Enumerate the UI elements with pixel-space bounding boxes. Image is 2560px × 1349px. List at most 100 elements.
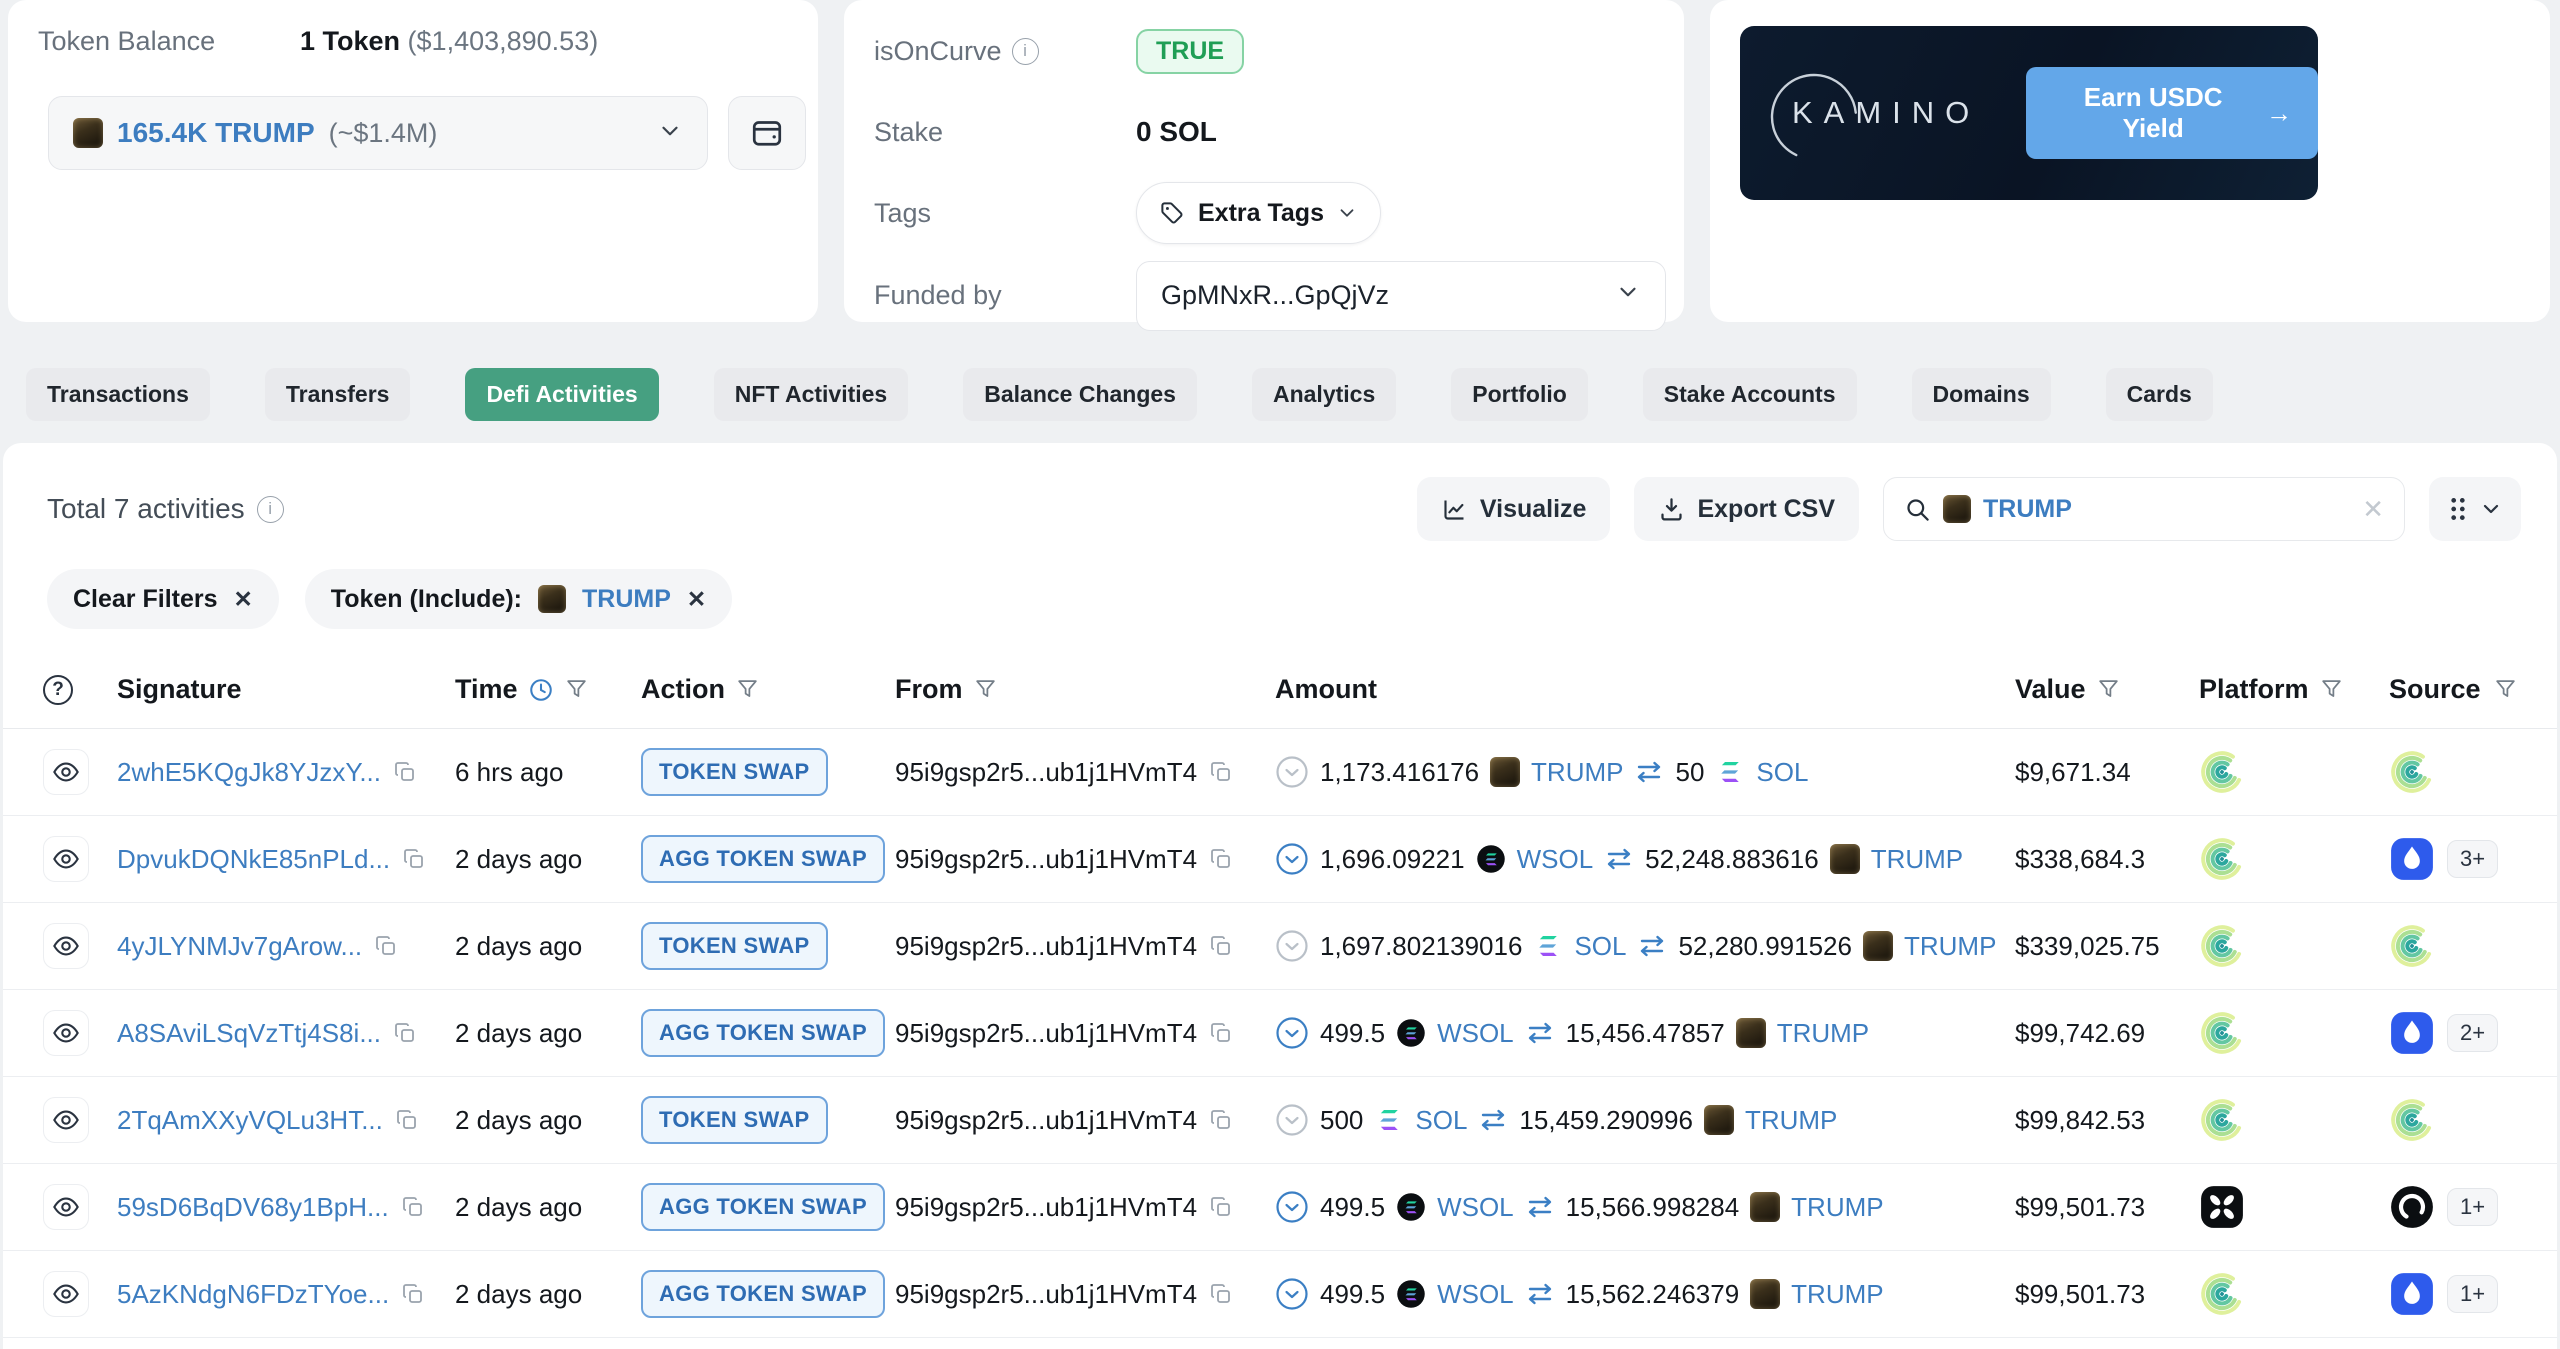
copy-address-icon[interactable] — [1209, 1108, 1233, 1132]
platform-icon[interactable] — [2199, 836, 2245, 882]
token-out-link[interactable]: SOL — [1574, 931, 1626, 962]
token-in-link[interactable]: TRUMP — [1777, 1018, 1869, 1049]
expand-route-toggle[interactable] — [1275, 1016, 1309, 1050]
preview-eye-button[interactable] — [43, 1097, 89, 1143]
filter-funnel-icon[interactable] — [564, 677, 589, 702]
copy-address-icon[interactable] — [1209, 1021, 1233, 1045]
token-out-link[interactable]: WSOL — [1437, 1279, 1514, 1310]
platform-icon[interactable] — [2199, 1097, 2245, 1143]
token-include-pill[interactable]: Token (Include): TRUMP — [304, 569, 733, 629]
filter-funnel-icon[interactable] — [973, 677, 998, 702]
preview-eye-button[interactable] — [43, 1010, 89, 1056]
search-box[interactable] — [1883, 477, 2405, 541]
token-out-link[interactable]: SOL — [1415, 1105, 1467, 1136]
tab-analytics[interactable]: Analytics — [1251, 368, 1397, 421]
expand-route-toggle[interactable] — [1275, 1277, 1309, 1311]
source-icon[interactable] — [2389, 1184, 2435, 1230]
kamino-banner[interactable]: KAMINO Earn USDC Yield → — [1740, 26, 2318, 200]
token-out-link[interactable]: WSOL — [1517, 844, 1594, 875]
earn-usdc-yield-button[interactable]: Earn USDC Yield → — [2026, 67, 2318, 159]
wallet-view-button[interactable] — [728, 96, 806, 170]
source-more-badge[interactable]: 1+ — [2447, 1188, 2499, 1226]
copy-address-icon[interactable] — [1209, 1195, 1233, 1219]
signature-link[interactable]: DpvukDQNkE85nPLd... — [117, 844, 390, 875]
token-in-link[interactable]: TRUMP — [1745, 1105, 1837, 1136]
platform-icon[interactable] — [2199, 1271, 2245, 1317]
expand-route-toggle[interactable] — [1275, 1103, 1309, 1137]
platform-icon[interactable] — [2199, 1184, 2245, 1230]
close-icon[interactable] — [234, 588, 253, 611]
signature-link[interactable]: 5AzKNdgN6FDzTYoe... — [117, 1279, 389, 1310]
expand-route-toggle[interactable] — [1275, 929, 1309, 963]
tab-nft-activities[interactable]: NFT Activities — [713, 368, 909, 421]
expand-route-toggle[interactable] — [1275, 842, 1309, 876]
extra-tags-button[interactable]: Extra Tags — [1136, 182, 1381, 244]
token-in-link[interactable]: TRUMP — [1871, 844, 1963, 875]
platform-icon[interactable] — [2199, 923, 2245, 969]
tab-domains[interactable]: Domains — [1911, 368, 2051, 421]
copy-address-icon[interactable] — [1209, 760, 1233, 784]
signature-link[interactable]: 2whE5KQgJk8YJzxY... — [117, 757, 381, 788]
copy-signature-icon[interactable] — [402, 847, 426, 871]
platform-icon[interactable] — [2199, 749, 2245, 795]
tab-transactions[interactable]: Transactions — [26, 368, 210, 421]
copy-address-icon[interactable] — [1209, 1282, 1233, 1306]
copy-signature-icon[interactable] — [393, 760, 417, 784]
filter-funnel-icon[interactable] — [2319, 677, 2344, 702]
copy-address-icon[interactable] — [1209, 934, 1233, 958]
signature-link[interactable]: 2TqAmXXyVQLu3HT... — [117, 1105, 383, 1136]
filter-funnel-icon[interactable] — [2096, 677, 2121, 702]
signature-link[interactable]: A8SAviLSqVzTtj4S8i... — [117, 1018, 381, 1049]
copy-signature-icon[interactable] — [374, 934, 398, 958]
copy-address-icon[interactable] — [1209, 847, 1233, 871]
filter-funnel-icon[interactable] — [735, 677, 760, 702]
source-more-badge[interactable]: 2+ — [2447, 1014, 2499, 1052]
signature-link[interactable]: 4yJLYNMJv7gArow... — [117, 931, 362, 962]
export-csv-button[interactable]: Export CSV — [1634, 477, 1859, 541]
tab-portfolio[interactable]: Portfolio — [1451, 368, 1588, 421]
preview-eye-button[interactable] — [43, 749, 89, 795]
visualize-button[interactable]: Visualize — [1416, 477, 1611, 541]
tab-stake-accounts[interactable]: Stake Accounts — [1642, 368, 1857, 421]
source-icon[interactable] — [2389, 1271, 2435, 1317]
tab-balance-changes[interactable]: Balance Changes — [963, 368, 1197, 421]
source-icon[interactable] — [2389, 1010, 2435, 1056]
filter-funnel-icon[interactable] — [2493, 677, 2518, 702]
source-icon[interactable] — [2389, 923, 2435, 969]
close-icon[interactable] — [687, 588, 706, 611]
expand-route-toggle[interactable] — [1275, 755, 1309, 789]
expand-route-toggle[interactable] — [1275, 1190, 1309, 1224]
clear-filters-pill[interactable]: Clear Filters — [47, 569, 279, 629]
token-in-link[interactable]: TRUMP — [1904, 931, 1996, 962]
funded-by-dropdown[interactable]: GpMNxR...GpQjVz — [1136, 260, 1666, 331]
preview-eye-button[interactable] — [43, 923, 89, 969]
copy-signature-icon[interactable] — [401, 1282, 425, 1306]
tab-cards[interactable]: Cards — [2105, 368, 2213, 421]
preview-eye-button[interactable] — [43, 1271, 89, 1317]
clock-toggle-icon[interactable] — [528, 677, 554, 703]
source-icon[interactable] — [2389, 836, 2435, 882]
token-out-link[interactable]: TRUMP — [1531, 757, 1623, 788]
source-icon[interactable] — [2389, 1097, 2435, 1143]
token-in-link[interactable]: TRUMP — [1791, 1192, 1883, 1223]
preview-eye-button[interactable] — [43, 836, 89, 882]
copy-signature-icon[interactable] — [401, 1195, 425, 1219]
copy-signature-icon[interactable] — [395, 1108, 419, 1132]
column-settings-button[interactable] — [2429, 477, 2521, 541]
source-icon[interactable] — [2389, 749, 2435, 795]
signature-link[interactable]: 59sD6BqDV68y1BpH... — [117, 1192, 389, 1223]
platform-icon[interactable] — [2199, 1010, 2245, 1056]
token-in-link[interactable]: SOL — [1756, 757, 1808, 788]
preview-eye-button[interactable] — [43, 1184, 89, 1230]
tab-transfers[interactable]: Transfers — [264, 368, 411, 421]
copy-signature-icon[interactable] — [393, 1021, 417, 1045]
token-in-link[interactable]: TRUMP — [1791, 1279, 1883, 1310]
token-holdings-dropdown[interactable]: 165.4K TRUMP (~$1.4M) — [48, 96, 708, 170]
token-out-link[interactable]: WSOL — [1437, 1192, 1514, 1223]
source-more-badge[interactable]: 3+ — [2447, 840, 2499, 878]
tab-defi-activities[interactable]: Defi Activities — [465, 368, 659, 421]
search-input[interactable] — [1983, 494, 2351, 524]
source-more-badge[interactable]: 1+ — [2447, 1275, 2499, 1313]
clear-search-icon[interactable] — [2362, 496, 2384, 522]
token-out-link[interactable]: WSOL — [1437, 1018, 1514, 1049]
